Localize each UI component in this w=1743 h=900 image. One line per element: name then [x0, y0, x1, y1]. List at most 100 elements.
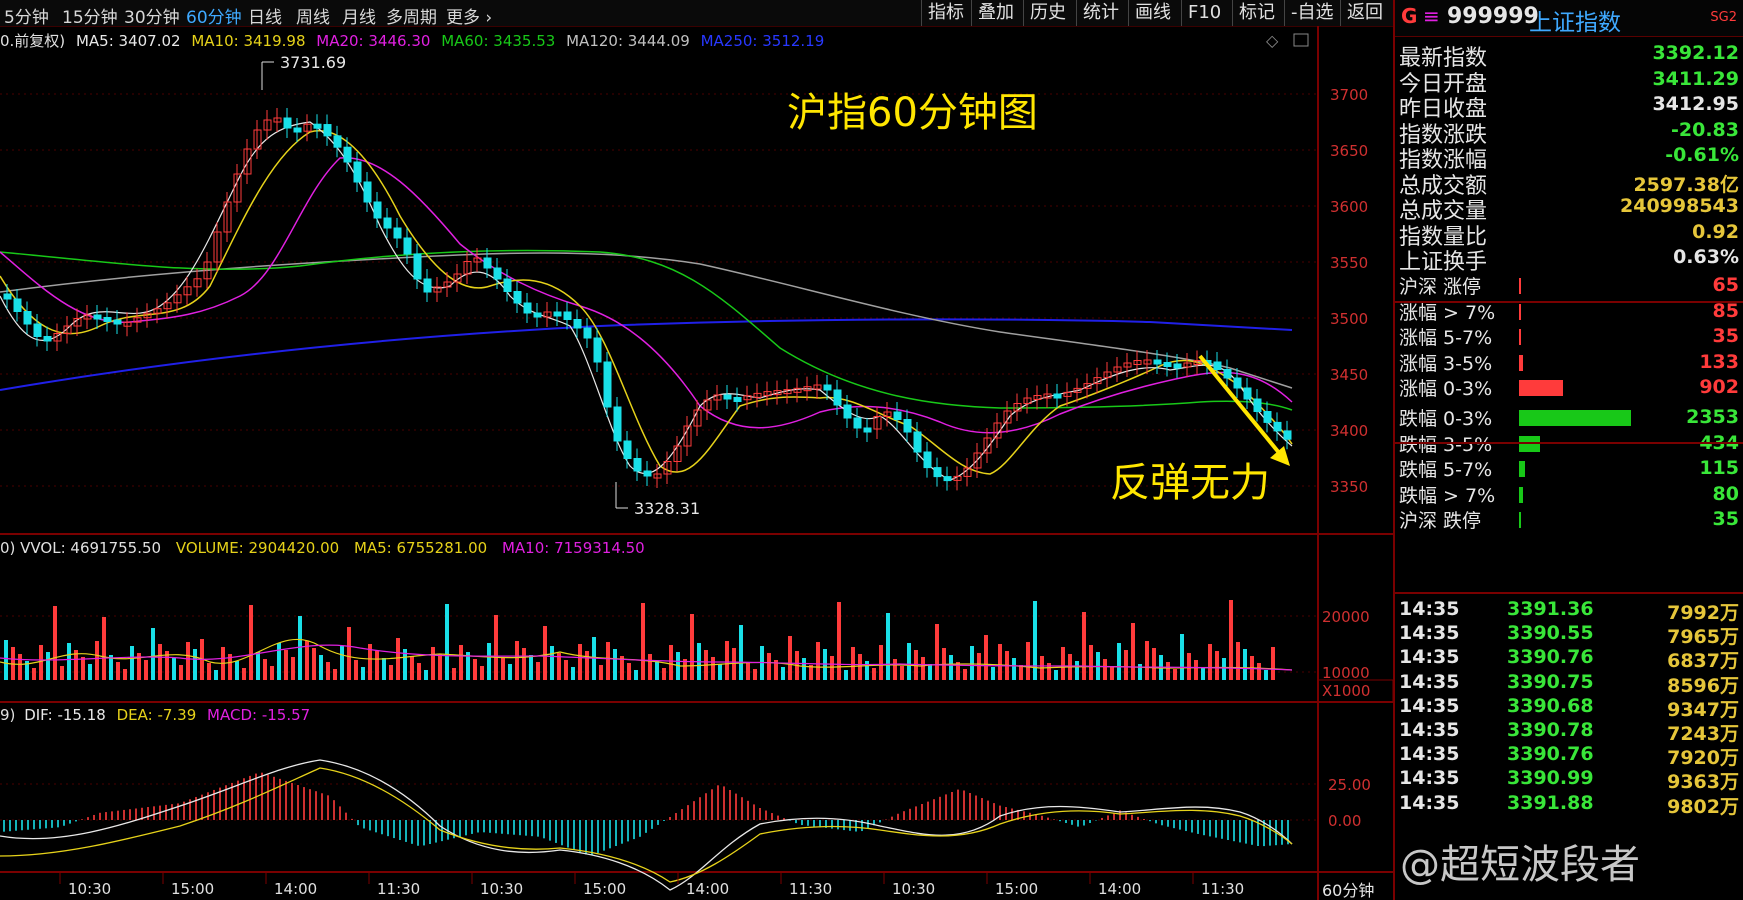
volume-bar [235, 661, 239, 680]
period-more[interactable]: 更多 › [446, 3, 492, 28]
volume-bar [151, 628, 155, 680]
volume-bar [424, 670, 428, 680]
breadth-bar [1519, 512, 1521, 528]
tool-back[interactable]: 返回 [1340, 0, 1389, 26]
time-axis-label: 14:00 [1098, 880, 1141, 898]
candle [103, 317, 112, 322]
tick-price: 3390.76 [1507, 646, 1594, 669]
volume-bar [599, 665, 603, 680]
breadth-up-row: 沪深 涨停 65 [1395, 272, 1743, 300]
volume-bar [585, 651, 589, 680]
candle [323, 124, 332, 137]
period-60min[interactable]: 60分钟 [186, 3, 242, 28]
legend-prefix: 0.前复权) [0, 32, 65, 50]
breadth-label: 涨幅 0-3% [1399, 378, 1493, 400]
tool-f10[interactable]: F10 [1181, 0, 1227, 26]
quote-panel: G ≡ 999999 上证指数 SG2 最新指数 3392.12 今日开盘 3411.… [1393, 0, 1743, 900]
menu-icon[interactable]: ≡ [1423, 4, 1440, 28]
quote-value: -20.83 [1671, 118, 1739, 141]
volume-bar [284, 650, 288, 680]
tool-indicator[interactable]: 指标 [921, 0, 970, 26]
tool-mark[interactable]: 标记 [1232, 0, 1281, 26]
volume-bar [725, 641, 729, 680]
breadth-up-row: 涨幅 3-5% 133 [1395, 349, 1743, 377]
candle [623, 440, 632, 459]
chevron-right-icon: › [485, 8, 493, 28]
legend-dif: DIF: -15.18 [24, 706, 106, 724]
volume-bar [536, 662, 540, 680]
window-controls[interactable]: ◇ [1266, 31, 1309, 50]
volume-bar [921, 657, 925, 680]
volume-bar [984, 635, 988, 680]
quote-row: 指数量比 0.92 [1395, 219, 1743, 250]
volume-bar [529, 655, 533, 680]
volume-bar [508, 664, 512, 680]
legend-dea: DEA: -7.39 [117, 706, 197, 724]
candle [533, 312, 542, 318]
period-monthly[interactable]: 月线 [342, 3, 376, 28]
volume-bar [1201, 667, 1205, 680]
volume-bar [1124, 650, 1128, 680]
group-badge[interactable]: G [1401, 4, 1417, 28]
period-weekly[interactable]: 周线 [296, 3, 330, 28]
volume-bar [816, 642, 820, 680]
tick-price: 3391.88 [1507, 791, 1594, 814]
tool-watchlist[interactable]: -自选 [1284, 0, 1340, 26]
legend-ma5: MA5: 3407.02 [76, 32, 181, 50]
candle [1153, 359, 1162, 365]
volume-bar [1131, 623, 1135, 680]
period-15min[interactable]: 15分钟 [62, 3, 118, 28]
volume-bar [662, 668, 666, 680]
legend-ma250: MA250: 3512.19 [701, 32, 825, 50]
volume-bar [494, 615, 498, 680]
breadth-value: 80 [1712, 482, 1739, 505]
period-multi[interactable]: 多周期 [386, 3, 437, 28]
sg-badge[interactable]: SG2 [1710, 10, 1737, 25]
quote-row: 总成交额 2597.38亿 [1395, 168, 1743, 199]
volume-bar [900, 666, 904, 680]
tick-row: 14:35 3390.55 7965万 [1395, 620, 1743, 648]
period-daily[interactable]: 日线 [248, 3, 282, 28]
volume-bar [907, 643, 911, 680]
low-marker: 3328.31 [615, 482, 700, 518]
candle [823, 384, 832, 391]
quote-row: 指数涨跌 -20.83 [1395, 117, 1743, 148]
candle [513, 291, 522, 304]
volume-bar [550, 646, 554, 680]
volume-bar [501, 657, 505, 680]
breadth-bar [1519, 486, 1523, 503]
legend-vvol: 0) VVOL: 4691755.50 [0, 539, 161, 557]
volume-bar [851, 647, 855, 680]
volume-bar [837, 602, 841, 680]
volume-bar [95, 641, 99, 680]
volume-bar [333, 669, 337, 680]
volume-bar [1138, 664, 1142, 680]
period-5min[interactable]: 5分钟 [4, 3, 49, 28]
period-30min[interactable]: 30分钟 [124, 3, 180, 28]
tick-row: 14:35 3390.76 6837万 [1395, 644, 1743, 672]
volume-bar [452, 668, 456, 680]
volume-bar [396, 638, 400, 680]
tick-price: 3390.99 [1507, 767, 1594, 790]
candle [583, 327, 592, 339]
tool-history[interactable]: 历史 [1023, 0, 1072, 26]
volume-bar [886, 613, 890, 680]
diamond-icon[interactable]: ◇ [1266, 31, 1279, 50]
tool-draw[interactable]: 画线 [1128, 0, 1177, 26]
tick-row: 14:35 3390.68 9347万 [1395, 693, 1743, 721]
tick-time: 14:35 [1399, 694, 1460, 717]
high-label: 3731.69 [280, 53, 346, 72]
candle [553, 311, 562, 317]
panel-toggle-icon[interactable] [1293, 33, 1309, 47]
volume-bar [459, 645, 463, 680]
tool-stats[interactable]: 统计 [1076, 0, 1125, 26]
volume-bar [739, 625, 743, 680]
kline-chart[interactable]: 3700 3650 3600 3550 3500 3450 3400 3350 3731.69… [0, 26, 1393, 900]
quote-row: 昨日收盘 3412.95 [1395, 91, 1743, 122]
volume-bar [1110, 666, 1114, 680]
price-axis-label: 3600 [1330, 198, 1368, 216]
candle [313, 123, 322, 129]
volume-bar [249, 605, 253, 680]
volume-bar [354, 660, 358, 680]
tool-overlay[interactable]: 叠加 [971, 0, 1020, 26]
